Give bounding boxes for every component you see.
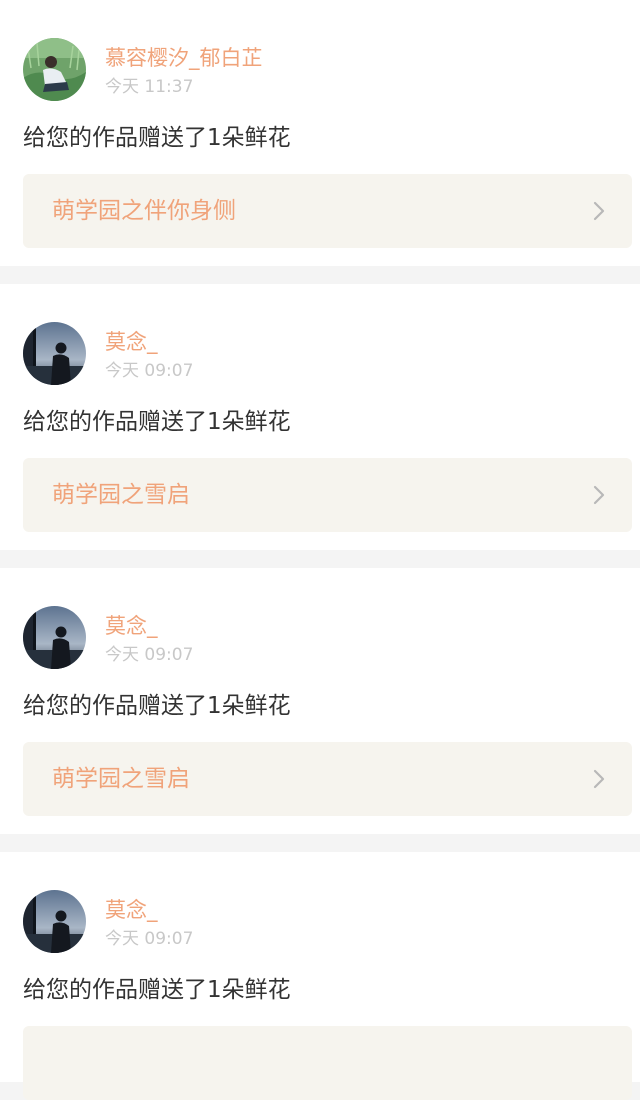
work-link[interactable]: 萌学园之伴你身侧 xyxy=(23,174,632,248)
username[interactable]: 莫念_ xyxy=(105,612,158,640)
chevron-right-icon xyxy=(592,201,606,221)
user-avatar[interactable] xyxy=(23,606,86,669)
notification-card: 慕容樱汐_郁白芷 今天 11:37 给您的作品赠送了1朵鲜花 萌学园之伴你身侧 xyxy=(0,0,640,266)
work-title: 萌学园之雪启 xyxy=(52,766,190,792)
timestamp: 今天 11:37 xyxy=(105,77,194,97)
silhouette-window-avatar-icon xyxy=(23,890,86,953)
work-title: 萌学园之雪启 xyxy=(52,482,190,508)
work-link[interactable] xyxy=(23,1026,632,1100)
girl-in-grass-avatar-icon xyxy=(23,38,86,101)
user-avatar[interactable] xyxy=(23,890,86,953)
silhouette-window-avatar-icon xyxy=(23,322,86,385)
username[interactable]: 莫念_ xyxy=(105,896,158,924)
username[interactable]: 慕容樱汐_郁白芷 xyxy=(105,44,263,72)
timestamp: 今天 09:07 xyxy=(105,645,194,665)
notification-card: 莫念_ 今天 09:07 给您的作品赠送了1朵鲜花 萌学园之雪启 xyxy=(0,284,640,550)
work-link[interactable]: 萌学园之雪启 xyxy=(23,742,632,816)
chevron-right-icon xyxy=(592,769,606,789)
user-avatar[interactable] xyxy=(23,38,86,101)
notification-message: 给您的作品赠送了1朵鲜花 xyxy=(23,409,291,435)
username[interactable]: 莫念_ xyxy=(105,328,158,356)
user-avatar[interactable] xyxy=(23,322,86,385)
work-title: 萌学园之伴你身侧 xyxy=(52,198,236,224)
timestamp: 今天 09:07 xyxy=(105,361,194,381)
silhouette-window-avatar-icon xyxy=(23,606,86,669)
work-link[interactable]: 萌学园之雪启 xyxy=(23,458,632,532)
notification-card: 莫念_ 今天 09:07 给您的作品赠送了1朵鲜花 xyxy=(0,852,640,1100)
chevron-right-icon xyxy=(592,485,606,505)
notification-message: 给您的作品赠送了1朵鲜花 xyxy=(23,693,291,719)
notification-card: 莫念_ 今天 09:07 给您的作品赠送了1朵鲜花 萌学园之雪启 xyxy=(0,568,640,834)
notification-feed: 慕容樱汐_郁白芷 今天 11:37 给您的作品赠送了1朵鲜花 萌学园之伴你身侧 xyxy=(0,0,640,1100)
timestamp: 今天 09:07 xyxy=(105,929,194,949)
notification-message: 给您的作品赠送了1朵鲜花 xyxy=(23,125,291,151)
